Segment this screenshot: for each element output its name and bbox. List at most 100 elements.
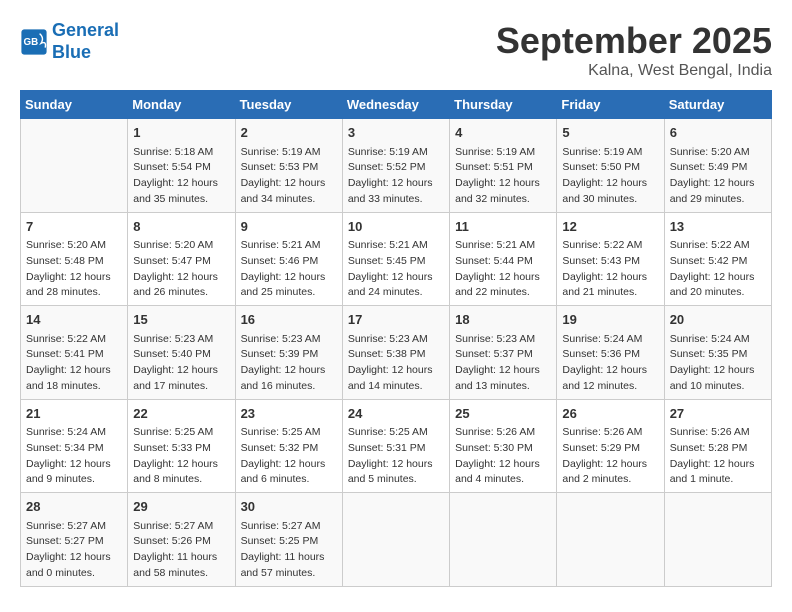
day-info: Sunrise: 5:19 AM Sunset: 5:52 PM Dayligh… [348,145,444,208]
day-info: Sunrise: 5:18 AM Sunset: 5:54 PM Dayligh… [133,145,229,208]
calendar-cell: 19Sunrise: 5:24 AM Sunset: 5:36 PM Dayli… [557,306,664,400]
calendar-cell: 25Sunrise: 5:26 AM Sunset: 5:30 PM Dayli… [450,399,557,493]
day-number: 5 [562,123,658,143]
day-info: Sunrise: 5:20 AM Sunset: 5:47 PM Dayligh… [133,238,229,301]
weekday-header-friday: Friday [557,91,664,119]
calendar-cell: 28Sunrise: 5:27 AM Sunset: 5:27 PM Dayli… [21,493,128,587]
calendar-cell: 12Sunrise: 5:22 AM Sunset: 5:43 PM Dayli… [557,212,664,306]
month-title: September 2025 [496,20,772,62]
calendar-cell: 30Sunrise: 5:27 AM Sunset: 5:25 PM Dayli… [235,493,342,587]
day-number: 10 [348,217,444,237]
calendar-cell: 18Sunrise: 5:23 AM Sunset: 5:37 PM Dayli… [450,306,557,400]
calendar-cell: 5Sunrise: 5:19 AM Sunset: 5:50 PM Daylig… [557,119,664,213]
day-info: Sunrise: 5:21 AM Sunset: 5:45 PM Dayligh… [348,238,444,301]
day-number: 16 [241,310,337,330]
calendar-cell: 9Sunrise: 5:21 AM Sunset: 5:46 PM Daylig… [235,212,342,306]
day-number: 2 [241,123,337,143]
weekday-header-monday: Monday [128,91,235,119]
day-info: Sunrise: 5:24 AM Sunset: 5:36 PM Dayligh… [562,332,658,395]
calendar-cell: 27Sunrise: 5:26 AM Sunset: 5:28 PM Dayli… [664,399,771,493]
week-row-4: 21Sunrise: 5:24 AM Sunset: 5:34 PM Dayli… [21,399,772,493]
day-info: Sunrise: 5:22 AM Sunset: 5:41 PM Dayligh… [26,332,122,395]
week-row-2: 7Sunrise: 5:20 AM Sunset: 5:48 PM Daylig… [21,212,772,306]
week-row-5: 28Sunrise: 5:27 AM Sunset: 5:27 PM Dayli… [21,493,772,587]
calendar-cell [450,493,557,587]
day-number: 3 [348,123,444,143]
calendar-cell: 21Sunrise: 5:24 AM Sunset: 5:34 PM Dayli… [21,399,128,493]
day-info: Sunrise: 5:19 AM Sunset: 5:51 PM Dayligh… [455,145,551,208]
day-info: Sunrise: 5:20 AM Sunset: 5:48 PM Dayligh… [26,238,122,301]
day-info: Sunrise: 5:24 AM Sunset: 5:35 PM Dayligh… [670,332,766,395]
day-info: Sunrise: 5:21 AM Sunset: 5:44 PM Dayligh… [455,238,551,301]
week-row-1: 1Sunrise: 5:18 AM Sunset: 5:54 PM Daylig… [21,119,772,213]
calendar-cell: 17Sunrise: 5:23 AM Sunset: 5:38 PM Dayli… [342,306,449,400]
logo: GB General Blue [20,20,119,63]
day-number: 1 [133,123,229,143]
day-number: 11 [455,217,551,237]
day-info: Sunrise: 5:26 AM Sunset: 5:30 PM Dayligh… [455,425,551,488]
weekday-header-row: SundayMondayTuesdayWednesdayThursdayFrid… [21,91,772,119]
day-info: Sunrise: 5:22 AM Sunset: 5:43 PM Dayligh… [562,238,658,301]
calendar-cell: 20Sunrise: 5:24 AM Sunset: 5:35 PM Dayli… [664,306,771,400]
day-info: Sunrise: 5:23 AM Sunset: 5:38 PM Dayligh… [348,332,444,395]
calendar-cell: 29Sunrise: 5:27 AM Sunset: 5:26 PM Dayli… [128,493,235,587]
day-info: Sunrise: 5:25 AM Sunset: 5:33 PM Dayligh… [133,425,229,488]
weekday-header-thursday: Thursday [450,91,557,119]
calendar-cell: 1Sunrise: 5:18 AM Sunset: 5:54 PM Daylig… [128,119,235,213]
weekday-header-sunday: Sunday [21,91,128,119]
day-info: Sunrise: 5:23 AM Sunset: 5:39 PM Dayligh… [241,332,337,395]
weekday-header-saturday: Saturday [664,91,771,119]
day-number: 13 [670,217,766,237]
week-row-3: 14Sunrise: 5:22 AM Sunset: 5:41 PM Dayli… [21,306,772,400]
logo-line1: General [52,20,119,40]
day-number: 9 [241,217,337,237]
day-number: 27 [670,404,766,424]
calendar-cell [664,493,771,587]
day-info: Sunrise: 5:22 AM Sunset: 5:42 PM Dayligh… [670,238,766,301]
day-number: 23 [241,404,337,424]
calendar-cell: 8Sunrise: 5:20 AM Sunset: 5:47 PM Daylig… [128,212,235,306]
day-number: 26 [562,404,658,424]
svg-text:GB: GB [24,36,39,47]
day-number: 21 [26,404,122,424]
day-number: 30 [241,497,337,517]
location: Kalna, West Bengal, India [496,62,772,80]
calendar-cell: 22Sunrise: 5:25 AM Sunset: 5:33 PM Dayli… [128,399,235,493]
calendar-cell: 14Sunrise: 5:22 AM Sunset: 5:41 PM Dayli… [21,306,128,400]
day-info: Sunrise: 5:19 AM Sunset: 5:50 PM Dayligh… [562,145,658,208]
day-number: 17 [348,310,444,330]
day-number: 12 [562,217,658,237]
day-number: 18 [455,310,551,330]
calendar-cell [342,493,449,587]
weekday-header-tuesday: Tuesday [235,91,342,119]
day-info: Sunrise: 5:25 AM Sunset: 5:31 PM Dayligh… [348,425,444,488]
day-info: Sunrise: 5:27 AM Sunset: 5:26 PM Dayligh… [133,519,229,582]
calendar-cell: 2Sunrise: 5:19 AM Sunset: 5:53 PM Daylig… [235,119,342,213]
calendar-table: SundayMondayTuesdayWednesdayThursdayFrid… [20,90,772,587]
day-info: Sunrise: 5:27 AM Sunset: 5:25 PM Dayligh… [241,519,337,582]
calendar-cell [557,493,664,587]
day-info: Sunrise: 5:24 AM Sunset: 5:34 PM Dayligh… [26,425,122,488]
calendar-cell: 26Sunrise: 5:26 AM Sunset: 5:29 PM Dayli… [557,399,664,493]
day-number: 20 [670,310,766,330]
day-info: Sunrise: 5:21 AM Sunset: 5:46 PM Dayligh… [241,238,337,301]
day-number: 15 [133,310,229,330]
day-number: 7 [26,217,122,237]
day-number: 4 [455,123,551,143]
calendar-cell [21,119,128,213]
calendar-cell: 7Sunrise: 5:20 AM Sunset: 5:48 PM Daylig… [21,212,128,306]
calendar-cell: 6Sunrise: 5:20 AM Sunset: 5:49 PM Daylig… [664,119,771,213]
title-block: September 2025 Kalna, West Bengal, India [496,20,772,80]
calendar-cell: 10Sunrise: 5:21 AM Sunset: 5:45 PM Dayli… [342,212,449,306]
logo-icon: GB [20,28,48,56]
logo-line2: Blue [52,42,91,62]
day-info: Sunrise: 5:20 AM Sunset: 5:49 PM Dayligh… [670,145,766,208]
calendar-cell: 3Sunrise: 5:19 AM Sunset: 5:52 PM Daylig… [342,119,449,213]
page-header: GB General Blue September 2025 Kalna, We… [20,20,772,80]
day-number: 24 [348,404,444,424]
day-number: 29 [133,497,229,517]
day-info: Sunrise: 5:23 AM Sunset: 5:40 PM Dayligh… [133,332,229,395]
day-info: Sunrise: 5:27 AM Sunset: 5:27 PM Dayligh… [26,519,122,582]
day-info: Sunrise: 5:26 AM Sunset: 5:29 PM Dayligh… [562,425,658,488]
day-number: 28 [26,497,122,517]
